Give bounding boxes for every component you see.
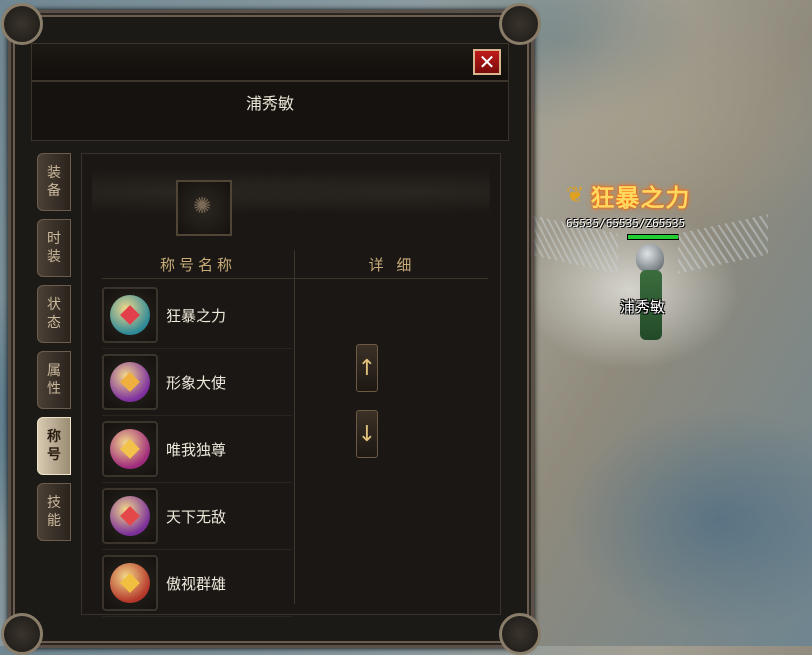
tab-label-char: 态 — [47, 315, 61, 331]
title-label: 形象大使 — [166, 373, 227, 392]
panel-corner-ornament — [1, 613, 43, 655]
title-row[interactable]: 形象大使 — [102, 349, 292, 416]
title-badge-icon — [102, 354, 158, 410]
titles-content: ✺ 称号名称 详 细 狂暴之力形象大使唯我独尊天下无敌傲视群雄 ↑ ↓ — [81, 153, 501, 617]
badge-core — [110, 295, 150, 335]
character-title-text: 狂暴之力 — [590, 182, 691, 212]
badge-gem — [120, 573, 140, 593]
gear-icon: ✺ — [193, 194, 212, 219]
scroll-up-button[interactable]: ↑ — [356, 344, 378, 392]
badge-core — [110, 429, 150, 469]
tab-label-char: 性 — [47, 381, 61, 397]
title-row[interactable]: 狂暴之力 — [102, 282, 292, 349]
title-row[interactable]: 天下无敌 — [102, 483, 292, 550]
tab-label-char: 称 — [47, 429, 61, 445]
title-label: 狂暴之力 — [166, 306, 227, 325]
character-hp-fill — [628, 235, 678, 239]
title-label: 天下无敌 — [166, 507, 227, 526]
panel-corner-ornament — [1, 3, 43, 45]
close-icon: ✕ — [478, 50, 496, 74]
tab-fashion[interactable]: 时装 — [37, 219, 71, 277]
tab-equipment[interactable]: 装备 — [37, 153, 71, 211]
close-button[interactable]: ✕ — [473, 49, 501, 75]
player-name: 浦秀敏 — [245, 94, 294, 113]
content-decoration — [92, 164, 490, 220]
tab-label-char: 能 — [47, 513, 61, 529]
character-hp-bar — [627, 234, 679, 240]
character-helmet — [636, 244, 664, 272]
tab-label-char: 状 — [47, 297, 61, 313]
tab-status[interactable]: 状态 — [37, 285, 71, 343]
column-header-title-name: 称号名称 — [159, 255, 236, 274]
panel-corner-ornament — [499, 3, 541, 45]
arrow-down-icon: ↓ — [357, 421, 377, 447]
tab-label-char: 装 — [47, 165, 61, 181]
title-wing-icon: ❦ — [566, 182, 585, 208]
title-label: 傲视群雄 — [166, 574, 227, 593]
title-badge-icon — [102, 488, 158, 544]
character-name: 浦秀敏 — [620, 298, 666, 316]
scroll-down-button[interactable]: ↓ — [356, 410, 378, 458]
tab-label-char: 时 — [47, 231, 61, 247]
column-header-detail: 详 细 — [368, 255, 416, 274]
panel-corner-ornament — [499, 613, 541, 655]
title-badge-icon — [102, 287, 158, 343]
arrow-up-icon: ↑ — [357, 355, 377, 381]
title-row[interactable]: 傲视群雄 — [102, 550, 292, 617]
title-badge-icon — [102, 555, 158, 611]
badge-gem — [120, 439, 140, 459]
badge-core — [110, 362, 150, 402]
tab-attributes[interactable]: 属性 — [37, 351, 71, 409]
badge-core — [110, 563, 150, 603]
column-divider — [294, 250, 295, 604]
panel-title-bar[interactable] — [31, 43, 509, 81]
tab-label-char: 技 — [47, 495, 61, 511]
title-label: 唯我独尊 — [166, 440, 227, 459]
badge-gem — [120, 506, 140, 526]
header-divider — [102, 278, 488, 279]
tab-titles[interactable]: 称号 — [37, 417, 71, 475]
title-list: 狂暴之力形象大使唯我独尊天下无敌傲视群雄 — [102, 282, 292, 617]
badge-gem — [120, 372, 140, 392]
tab-label-char: 号 — [47, 447, 61, 463]
side-tabs: 装备 时装 状态 属性 称号 技能 — [37, 153, 75, 549]
title-row[interactable]: 唯我独尊 — [102, 416, 292, 483]
equipped-title-slot[interactable]: ✺ — [176, 180, 232, 236]
tab-label-char: 属 — [47, 363, 61, 379]
character-title: ❦ 狂暴之力 — [566, 175, 726, 215]
character-panel: ✕ 浦秀敏 装备 时装 状态 属性 称号 技能 ✺ 称号名称 详 细 狂暴之力形… — [1, 3, 541, 655]
title-badge-icon — [102, 421, 158, 477]
player-name-strip: 浦秀敏 — [31, 81, 509, 141]
tab-label-char: 装 — [47, 249, 61, 265]
tab-label-char: 备 — [47, 183, 61, 199]
tab-skills[interactable]: 技能 — [37, 483, 71, 541]
badge-gem — [120, 305, 140, 325]
badge-core — [110, 496, 150, 536]
